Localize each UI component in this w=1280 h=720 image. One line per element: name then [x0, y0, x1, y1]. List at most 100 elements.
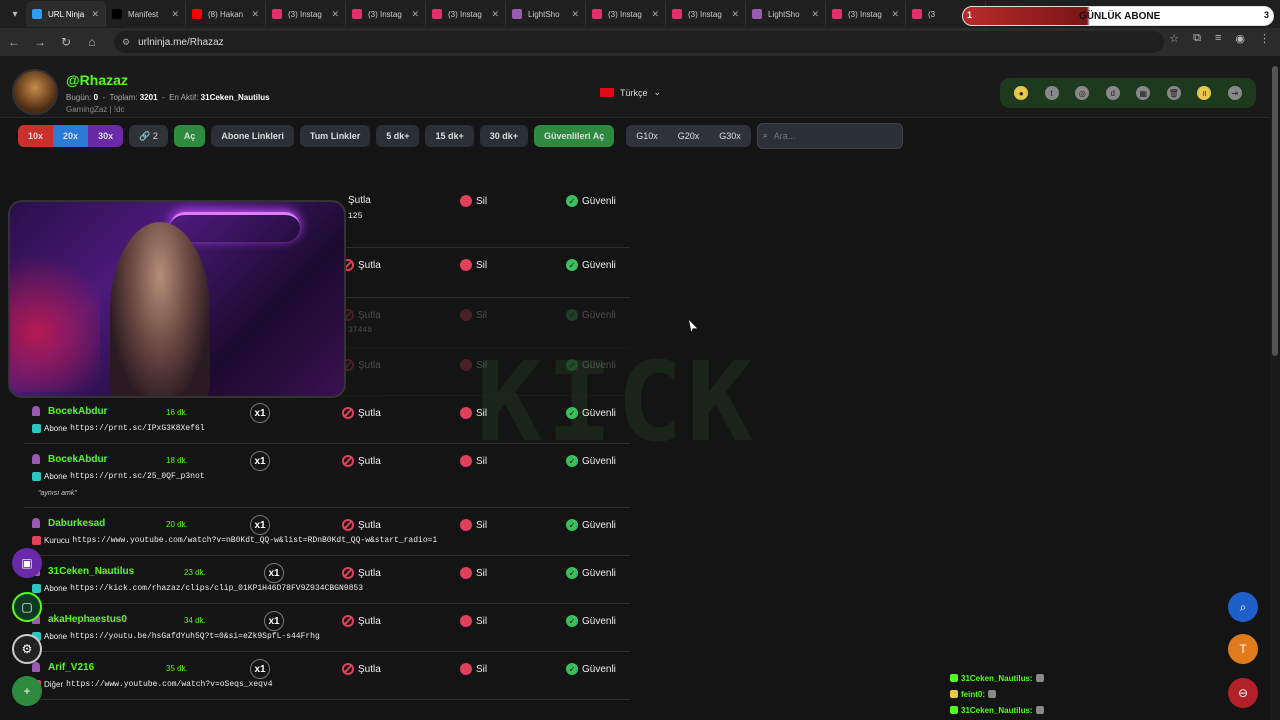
- delete-button[interactable]: Sil: [460, 567, 487, 579]
- open-safe-button[interactable]: Güvenlileri Aç: [534, 125, 615, 147]
- delete-button[interactable]: Sil: [460, 195, 487, 207]
- ban-button[interactable]: Şutla: [342, 663, 381, 675]
- ban-button[interactable]: Şutla: [342, 359, 381, 371]
- url-field[interactable]: ⚙ urlninja.me/Rhazaz: [114, 31, 1164, 53]
- tiktok-icon[interactable]: T: [1228, 634, 1258, 664]
- safe-button[interactable]: ✓ Güvenli: [566, 567, 616, 579]
- timer-5-button[interactable]: 5 dk+: [376, 125, 420, 147]
- row-link[interactable]: Abone https://kick.com/rhazaz/clips/clip_…: [32, 584, 363, 593]
- forward-icon[interactable]: →: [28, 35, 52, 49]
- row-username[interactable]: Daburkesad: [48, 518, 105, 529]
- language-select[interactable]: Türkçe ⌄: [600, 87, 661, 98]
- safe-button[interactable]: ✓ Güvenli: [566, 615, 616, 627]
- delete-button[interactable]: Sil: [460, 359, 487, 371]
- browser-tab[interactable]: (3) Instag ✕: [426, 1, 506, 27]
- tab-close-icon[interactable]: ✕: [331, 9, 339, 20]
- delete-button[interactable]: Sil: [460, 455, 487, 467]
- row-username[interactable]: 31Ceken_Nautilus: [48, 566, 134, 577]
- row-link[interactable]: Abone https://youtu.be/hsGafdYuh5Q?t=0&si…: [32, 632, 320, 641]
- safe-button[interactable]: ✓ Güvenli: [566, 359, 616, 371]
- add-user-icon[interactable]: +: [12, 676, 42, 706]
- instagram-icon[interactable]: ◎: [1075, 86, 1090, 100]
- back-icon[interactable]: ←: [2, 35, 26, 49]
- safe-button[interactable]: ✓ Güvenli: [566, 519, 616, 531]
- site-info-icon[interactable]: ⚙: [122, 37, 130, 48]
- delete-button[interactable]: Sil: [460, 615, 487, 627]
- row-link[interactable]: Abone https://prnt.sc/IPxG3K8Xef6l: [32, 424, 205, 433]
- home-icon[interactable]: ⌂: [80, 35, 104, 49]
- tab-close-icon[interactable]: ✕: [251, 9, 259, 20]
- tab-close-icon[interactable]: ✕: [891, 9, 899, 20]
- browser-tab[interactable]: Manifest ✕: [106, 1, 186, 27]
- search-float-icon[interactable]: ⌕: [1228, 592, 1258, 622]
- chat-username[interactable]: feint0:: [961, 690, 985, 699]
- search-input[interactable]: [756, 123, 903, 149]
- discord-icon[interactable]: d: [1105, 86, 1120, 100]
- settings-gear-icon[interactable]: ⚙: [12, 634, 42, 664]
- tab-close-icon[interactable]: ✕: [811, 9, 819, 20]
- logout-icon[interactable]: ⇥: [1227, 86, 1242, 100]
- browser-tab[interactable]: LightSho ✕: [506, 1, 586, 27]
- safe-button[interactable]: ✓ Güvenli: [566, 455, 616, 467]
- twitter-icon[interactable]: t: [1044, 86, 1059, 100]
- browser-tab[interactable]: (3) Instag ✕: [266, 1, 346, 27]
- gift-20x-button[interactable]: G20x: [667, 125, 710, 147]
- kick-icon[interactable]: ▢: [12, 592, 42, 622]
- tab-search-icon[interactable]: ▾: [4, 3, 26, 25]
- ban-button[interactable]: Şutla: [342, 615, 381, 627]
- gift-30x-button[interactable]: G30x: [709, 125, 751, 147]
- bookmark-star-icon[interactable]: ☆: [1169, 32, 1179, 45]
- tab-close-icon[interactable]: ✕: [91, 9, 99, 20]
- grid-icon[interactable]: ▦: [1136, 86, 1151, 100]
- ban-button[interactable]: Şutla: [342, 259, 381, 271]
- row-link[interactable]: Kurucu https://www.youtube.com/watch?v=nB…: [32, 536, 437, 545]
- browser-tab[interactable]: URL Ninja ✕: [26, 1, 106, 27]
- row-username[interactable]: BocekAbdur: [48, 406, 107, 417]
- tab-close-icon[interactable]: ✕: [491, 9, 499, 20]
- scrollbar-thumb[interactable]: [1272, 66, 1278, 356]
- row-link[interactable]: 125: [348, 212, 362, 221]
- browser-menu-icon[interactable]: ⋮: [1259, 32, 1270, 45]
- delete-button[interactable]: Sil: [460, 309, 487, 321]
- link-count-field[interactable]: 🔗 2: [129, 125, 168, 147]
- gift-10x-button[interactable]: G10x: [626, 125, 668, 147]
- tab-close-icon[interactable]: ✕: [651, 9, 659, 20]
- mult-30x-button[interactable]: 30x: [88, 125, 124, 147]
- profile-icon[interactable]: ◉: [1235, 32, 1245, 45]
- reload-icon[interactable]: ↻: [54, 35, 78, 49]
- ban-button[interactable]: Şutla: [342, 407, 381, 419]
- timer-30-button[interactable]: 30 dk+: [479, 125, 529, 147]
- pause-icon[interactable]: ॥: [1197, 86, 1212, 100]
- ban-button[interactable]: Şutla: [348, 195, 371, 206]
- chat-username[interactable]: 31Ceken_Nautilus:: [961, 706, 1033, 715]
- twitch-icon[interactable]: ▣: [12, 548, 42, 578]
- delete-button[interactable]: Sil: [460, 407, 487, 419]
- safe-button[interactable]: ✓ Güvenli: [566, 309, 616, 321]
- delete-button[interactable]: Sil: [460, 519, 487, 531]
- timer-15-button[interactable]: 15 dk+: [425, 125, 474, 147]
- browser-tab[interactable]: (3) Instag ✕: [826, 1, 906, 27]
- row-link[interactable]: 37448: [348, 326, 372, 335]
- row-username[interactable]: akaHephaestus0: [48, 614, 127, 625]
- row-link[interactable]: Abone https://prnt.sc/25_0QF_p3not: [32, 472, 205, 481]
- remove-user-icon[interactable]: ⊖: [1228, 678, 1258, 708]
- delete-button[interactable]: Sil: [460, 663, 487, 675]
- trash-icon[interactable]: 🗑: [1166, 86, 1181, 100]
- row-link[interactable]: Diğer https://www.youtube.com/watch?v=oSe…: [32, 680, 273, 689]
- row-username[interactable]: Arif_V216: [48, 662, 94, 673]
- mult-20x-button[interactable]: 20x: [53, 125, 89, 147]
- open-button[interactable]: Aç: [173, 125, 206, 147]
- tab-close-icon[interactable]: ✕: [571, 9, 579, 20]
- extensions-icon[interactable]: ⧉: [1193, 32, 1201, 45]
- ban-button[interactable]: Şutla: [342, 309, 381, 321]
- safe-button[interactable]: ✓ Güvenli: [566, 663, 616, 675]
- chat-username[interactable]: 31Ceken_Nautilus:: [961, 674, 1033, 683]
- delete-button[interactable]: Sil: [460, 259, 487, 271]
- browser-tab[interactable]: (8) Hakan ✕: [186, 1, 266, 27]
- browser-tab[interactable]: (3) Instag ✕: [346, 1, 426, 27]
- media-icon[interactable]: ≡: [1215, 32, 1221, 45]
- ban-button[interactable]: Şutla: [342, 567, 381, 579]
- safe-button[interactable]: ✓ Güvenli: [566, 259, 616, 271]
- mult-10x-button[interactable]: 10x: [18, 125, 54, 147]
- coin-icon[interactable]: ●: [1014, 86, 1029, 100]
